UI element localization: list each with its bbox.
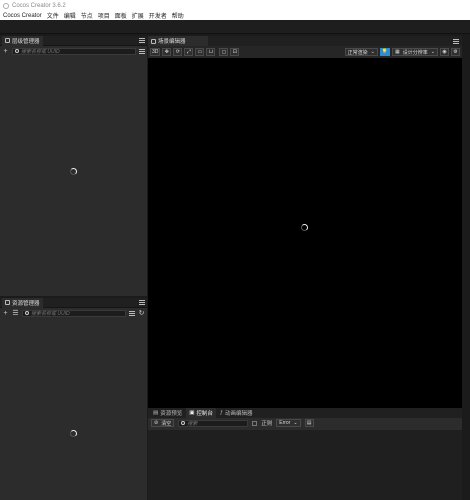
regex-label: 正则: [261, 421, 273, 427]
rotate-tool-icon[interactable]: ⟳: [173, 48, 183, 56]
console-icon: ▣: [189, 410, 195, 416]
pivot-icon[interactable]: ◻: [219, 48, 229, 56]
assets-toolbar: + ☰ 搜索名称或 UUID ↻: [0, 308, 147, 318]
assets-tab-bar: 资源管理器: [0, 297, 147, 308]
hierarchy-search-input[interactable]: 搜索名称或 UUID: [12, 47, 136, 55]
refresh-icon[interactable]: ↻: [138, 309, 145, 317]
title-bar: Cocos Creator 3.6.2: [0, 0, 470, 11]
resolution-value: 设计分辨率: [402, 49, 428, 56]
grid-icon: ▦: [395, 49, 400, 55]
right-gutter: [462, 34, 470, 500]
log-level-value: Error: [279, 420, 291, 426]
scene-editor: 3D ✥ ⟳ ⤢ ▭ ⊔ ◻ ⊡ 正常渲染 ⌄ 💡 ▦ 设计分辨率 ⌄ ◉ ⚙: [148, 46, 462, 418]
light-icon[interactable]: 💡: [379, 48, 391, 56]
scene-loading-icon: [301, 224, 308, 231]
asset-filter-icon[interactable]: ☰: [12, 309, 19, 317]
console-tab-label: 控制台: [196, 411, 213, 417]
hierarchy-sort-icon[interactable]: [139, 48, 145, 54]
app-logo-icon: [3, 2, 9, 9]
chevron-down-icon: ⌄: [430, 49, 435, 55]
clear-label: 清空: [161, 420, 172, 427]
asset-preview-label: 资源预览: [160, 411, 183, 417]
assets-tab-label: 资源管理器: [12, 300, 40, 307]
console-tab-bar: ▤ 资源预览 ▣ 控制台 ƒ 动画编辑器: [148, 408, 462, 418]
scene-menu-icon[interactable]: [453, 39, 459, 44]
render-mode-value: 正常渲染: [347, 49, 368, 56]
search-icon: [181, 421, 186, 425]
chevron-down-icon: ⌄: [370, 49, 375, 55]
hierarchy-menu-icon[interactable]: [139, 38, 145, 43]
search-icon: [15, 49, 19, 53]
console-log-area[interactable]: [148, 430, 462, 500]
move-tool-icon[interactable]: ✥: [162, 48, 172, 56]
add-node-button[interactable]: +: [2, 48, 9, 55]
tab-asset-preview[interactable]: ▤ 资源预览: [150, 408, 185, 418]
clear-icon: ⊘: [154, 420, 159, 426]
scene-tab-label: 场景编辑器: [158, 39, 186, 45]
tab-assets[interactable]: 资源管理器: [2, 297, 43, 308]
menu-item-project[interactable]: 项目: [98, 11, 110, 20]
console-toolbar: ⊘ 清空 搜索 正则 Error ⌄ ▤: [148, 418, 462, 428]
camera-icon[interactable]: ◉: [440, 48, 449, 56]
transform-tool-icon[interactable]: ⊔: [206, 48, 216, 56]
window-title: Cocos Creator 3.6.2: [12, 2, 66, 9]
animation-icon: ƒ: [219, 410, 223, 416]
assets-search-input[interactable]: 搜索名称或 UUID: [22, 309, 126, 317]
menu-item-node[interactable]: 节点: [81, 11, 93, 20]
menu-item-file[interactable]: 文件: [47, 11, 59, 20]
console-search-input[interactable]: 搜索: [178, 419, 249, 427]
folder-icon: [5, 300, 10, 305]
render-mode-dropdown[interactable]: 正常渲染 ⌄: [344, 48, 378, 56]
tab-scene[interactable]: 场景编辑器: [148, 36, 208, 46]
rect-tool-icon[interactable]: ▭: [195, 48, 205, 56]
scene-toolbar: 3D ✥ ⟳ ⤢ ▭ ⊔ ◻ ⊡ 正常渲染 ⌄ 💡 ▦ 设计分辨率 ⌄ ◉ ⚙: [148, 46, 462, 58]
main-toolbar: [0, 20, 470, 34]
menu-item-edit[interactable]: 编辑: [64, 11, 76, 20]
menu-bar: Cocos Creator 文件 编辑 节点 项目 面板 扩展 开发者 帮助: [0, 11, 470, 20]
add-asset-button[interactable]: +: [2, 310, 9, 317]
tab-hierarchy[interactable]: 层级管理器: [2, 35, 43, 46]
clear-console-button[interactable]: ⊘ 清空: [151, 419, 175, 427]
assets-menu-icon[interactable]: [139, 300, 145, 305]
assets-loading-icon: [70, 430, 77, 437]
menu-item-panel[interactable]: 面板: [115, 11, 127, 20]
menu-item-extension[interactable]: 扩展: [132, 11, 144, 20]
scene-icon: [151, 38, 156, 44]
hierarchy-icon: [5, 38, 10, 43]
regex-checkbox[interactable]: [252, 420, 258, 426]
open-log-icon[interactable]: ▤: [304, 419, 314, 427]
assets-panel: 资源管理器 + ☰ 搜索名称或 UUID ↻: [0, 297, 147, 500]
coordinate-icon[interactable]: ⊡: [230, 48, 240, 56]
assets-search-placeholder: 搜索名称或 UUID: [31, 310, 70, 317]
hierarchy-search-placeholder: 搜索名称或 UUID: [21, 48, 60, 55]
hierarchy-toolbar: + 搜索名称或 UUID: [0, 46, 147, 56]
preview-icon: ▤: [153, 410, 159, 416]
assets-sort-icon[interactable]: [129, 310, 135, 316]
console-panel: ▤ 资源预览 ▣ 控制台 ƒ 动画编辑器 ⊘ 清空 搜索 正则 Error ⌄ …: [148, 408, 462, 500]
hierarchy-loading-icon: [70, 168, 77, 175]
scale-tool-icon[interactable]: ⤢: [184, 48, 194, 56]
tab-animation-editor[interactable]: ƒ 动画编辑器: [217, 408, 256, 418]
menu-item-app[interactable]: Cocos Creator: [3, 13, 42, 19]
settings-gear-icon[interactable]: ⚙: [451, 48, 460, 56]
menu-item-developer[interactable]: 开发者: [149, 11, 167, 20]
resolution-dropdown[interactable]: ▦ 设计分辨率 ⌄: [392, 48, 438, 56]
hierarchy-panel: 层级管理器 + 搜索名称或 UUID: [0, 35, 147, 296]
animation-editor-label: 动画编辑器: [225, 411, 253, 417]
hierarchy-tab-bar: 层级管理器: [0, 35, 147, 46]
view-mode-button[interactable]: 3D: [150, 48, 161, 56]
tab-console[interactable]: ▣ 控制台: [186, 408, 216, 418]
scene-tab-bar: 场景编辑器: [148, 36, 462, 46]
search-icon: [25, 311, 29, 315]
chevron-down-icon: ⌄: [293, 420, 298, 426]
menu-item-help[interactable]: 帮助: [172, 11, 184, 20]
scene-viewport[interactable]: [148, 58, 462, 418]
console-search-placeholder: 搜索: [187, 420, 198, 427]
log-level-dropdown[interactable]: Error ⌄: [276, 419, 301, 427]
hierarchy-tab-label: 层级管理器: [12, 38, 40, 45]
